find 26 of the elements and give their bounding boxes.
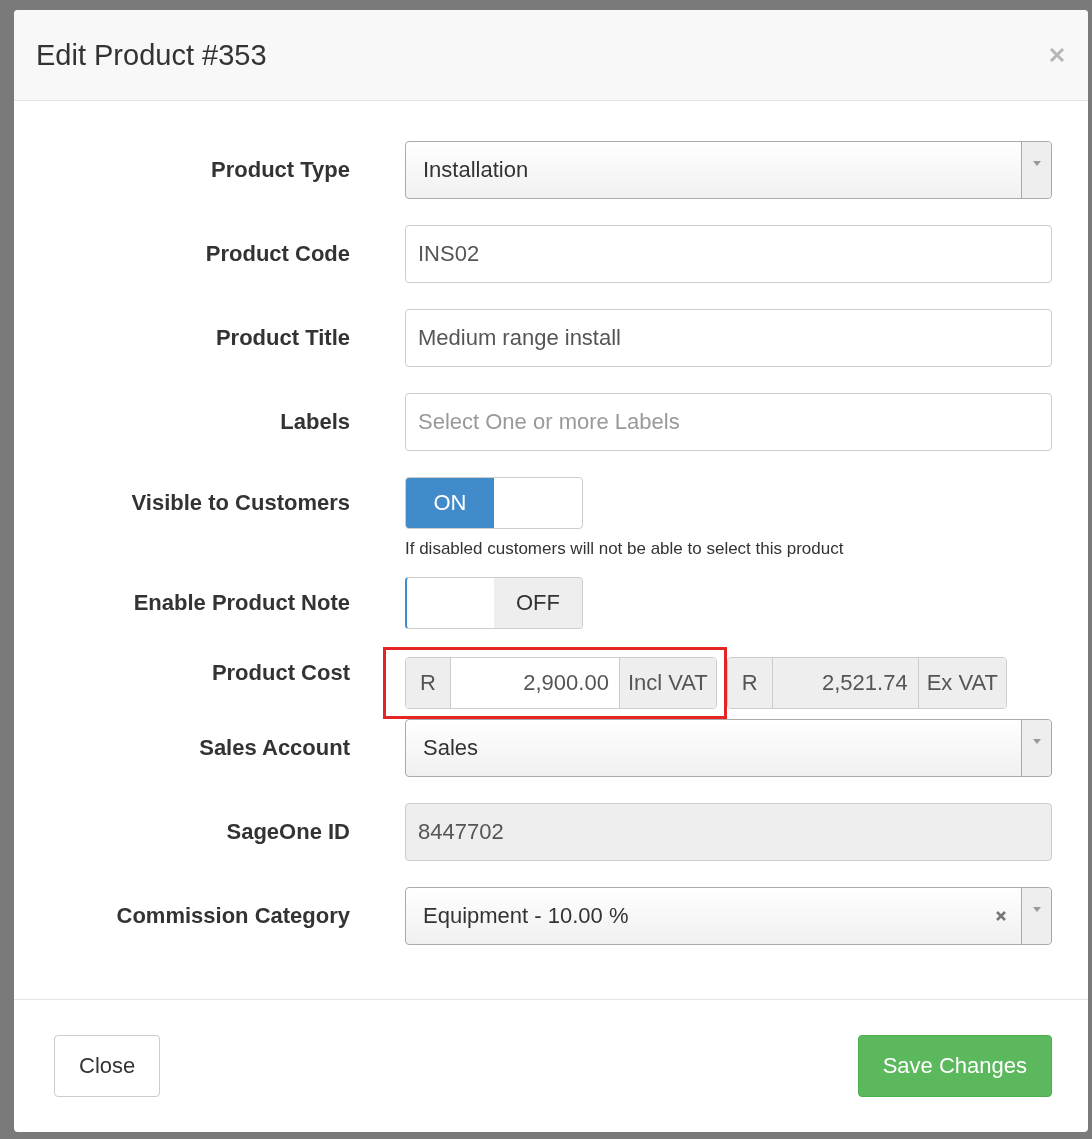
select-field[interactable]: Sales <box>405 719 1052 777</box>
select-field[interactable]: Installation <box>405 141 1052 199</box>
select-field[interactable]: Equipment - 10.00 % <box>405 887 1052 945</box>
caret-icon <box>1031 738 1042 745</box>
caret-icon <box>1031 160 1042 167</box>
input-field[interactable]: INS02 <box>405 225 1052 283</box>
price-input-group[interactable]: R 2,900.00 Incl VAT <box>405 657 717 709</box>
input-field[interactable]: Medium range install <box>405 309 1052 367</box>
clear-icon[interactable] <box>995 910 1007 922</box>
field-label: Product Code <box>204 240 350 268</box>
input-field[interactable]: Select One or more Labels <box>405 393 1052 451</box>
field-label: Product Cost <box>210 659 350 687</box>
field-label: Sales Account <box>198 734 350 762</box>
field-label: SageOne ID <box>225 818 350 846</box>
field-label: Enable Product Note <box>132 589 350 617</box>
field-label: Commission Category <box>115 902 350 930</box>
toggle-switch[interactable]: OFF <box>405 577 583 629</box>
field-label: Labels <box>279 408 350 436</box>
field-label: Product Title <box>214 324 350 352</box>
toggle-switch[interactable]: ON <box>405 477 583 529</box>
close-button[interactable]: Close <box>54 1035 161 1097</box>
field-label: Visible to Customers <box>130 489 350 517</box>
field-label: Product Type <box>210 156 350 184</box>
caret-icon <box>1031 906 1042 913</box>
help-text: If disabled customers will not be able to select this product <box>405 539 845 559</box>
modal-title: Edit Product #353 <box>36 38 267 72</box>
